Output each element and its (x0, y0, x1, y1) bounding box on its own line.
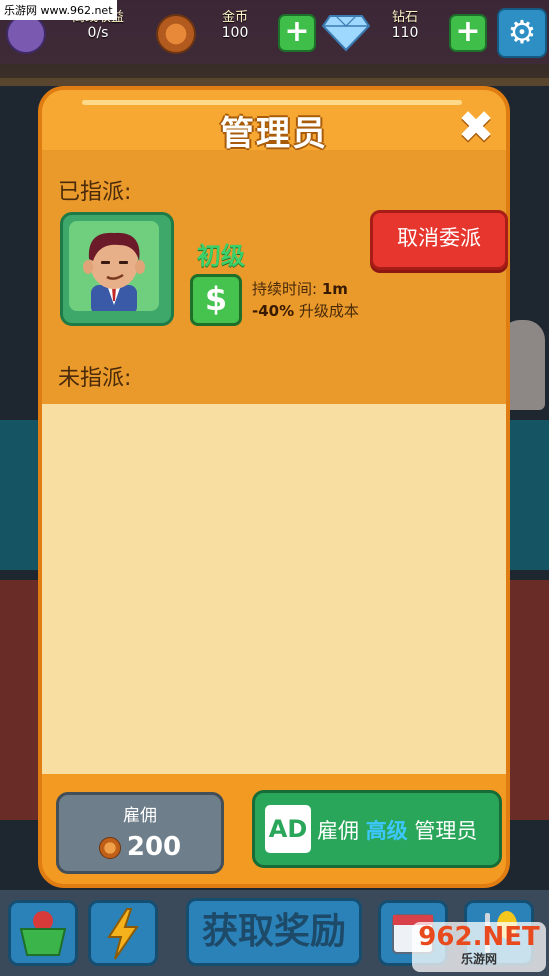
coin-icon (156, 14, 196, 54)
manager-duration: 持续时间: 1m (252, 278, 348, 299)
get-rewards-button[interactable]: 获取奖励 (186, 898, 362, 966)
boost-button[interactable] (88, 900, 158, 966)
gems-value: 110 (391, 25, 419, 41)
hire-cost: 200 (59, 832, 221, 862)
coins-label: 金币 (221, 10, 248, 25)
gear-icon: ⚙ (507, 13, 537, 51)
watermark-top: 乐游网 www.962.net (0, 0, 117, 20)
manager-avatar[interactable] (60, 212, 174, 326)
ad-icon: AD (265, 805, 311, 853)
avatar-portrait (69, 221, 159, 311)
dialog-title: 管理员 (220, 114, 328, 154)
manager-dialog: 管理员 ✖ 已指派: 初级 $ 持续时间: 1m -40% 升级成本 取消委派 … (38, 86, 510, 888)
assigned-label: 已指派: (58, 180, 132, 205)
basket-icon (19, 911, 67, 956)
dialog-shine (82, 100, 462, 105)
lightning-icon (107, 908, 139, 960)
hire-label: 雇佣 (123, 806, 157, 826)
manager-discount: -40% 升级成本 (252, 300, 359, 321)
ad-hire-label: 雇佣 高级 管理员 (317, 815, 477, 845)
ad-hire-prefix: 雇佣 (317, 819, 366, 843)
close-button[interactable]: ✖ (456, 106, 496, 150)
gems-stat: 钻石 110 (370, 6, 440, 41)
coin-icon (98, 836, 121, 859)
ad-hire-highlight: 高级 (365, 819, 408, 843)
hire-cost-value: 200 (126, 832, 182, 862)
unassigned-list[interactable] (42, 404, 506, 774)
dialog-footer: 雇佣 200 AD 雇佣 高级 管理员 (42, 774, 506, 884)
dollar-icon: $ (190, 274, 242, 326)
watermark-logo: 962.NET (418, 922, 540, 952)
close-icon: ✖ (457, 102, 495, 153)
unassigned-label: 未指派: (58, 366, 132, 391)
ad-hire-premium-button[interactable]: AD 雇佣 高级 管理员 (252, 790, 502, 868)
duration-label: 持续时间: (252, 280, 322, 298)
ad-hire-suffix: 管理员 (407, 819, 478, 843)
hire-button[interactable]: 雇佣 200 (56, 792, 224, 874)
income-value: 0/s (87, 25, 109, 41)
cancel-assignment-button[interactable]: 取消委派 (370, 210, 508, 270)
gems-label: 钻石 (391, 10, 418, 25)
watermark-bottom: 962.NET 乐游网 (412, 922, 546, 972)
coins-stat: 金币 100 (196, 6, 274, 41)
discount-value: -40% (252, 302, 295, 320)
discount-label: 升级成本 (294, 302, 359, 320)
add-gems-button[interactable]: + (449, 14, 487, 52)
shop-basket-button[interactable] (8, 900, 78, 966)
add-coins-button[interactable]: + (278, 14, 316, 52)
duration-value: 1m (321, 280, 348, 298)
income-icon (6, 14, 46, 54)
coins-value: 100 (221, 25, 249, 41)
manager-rank: 初级 (197, 242, 245, 270)
settings-button[interactable]: ⚙ (497, 8, 547, 58)
manager-portrait-icon (83, 232, 145, 311)
diamond-icon (322, 15, 370, 52)
watermark-sub: 乐游网 (460, 952, 497, 966)
